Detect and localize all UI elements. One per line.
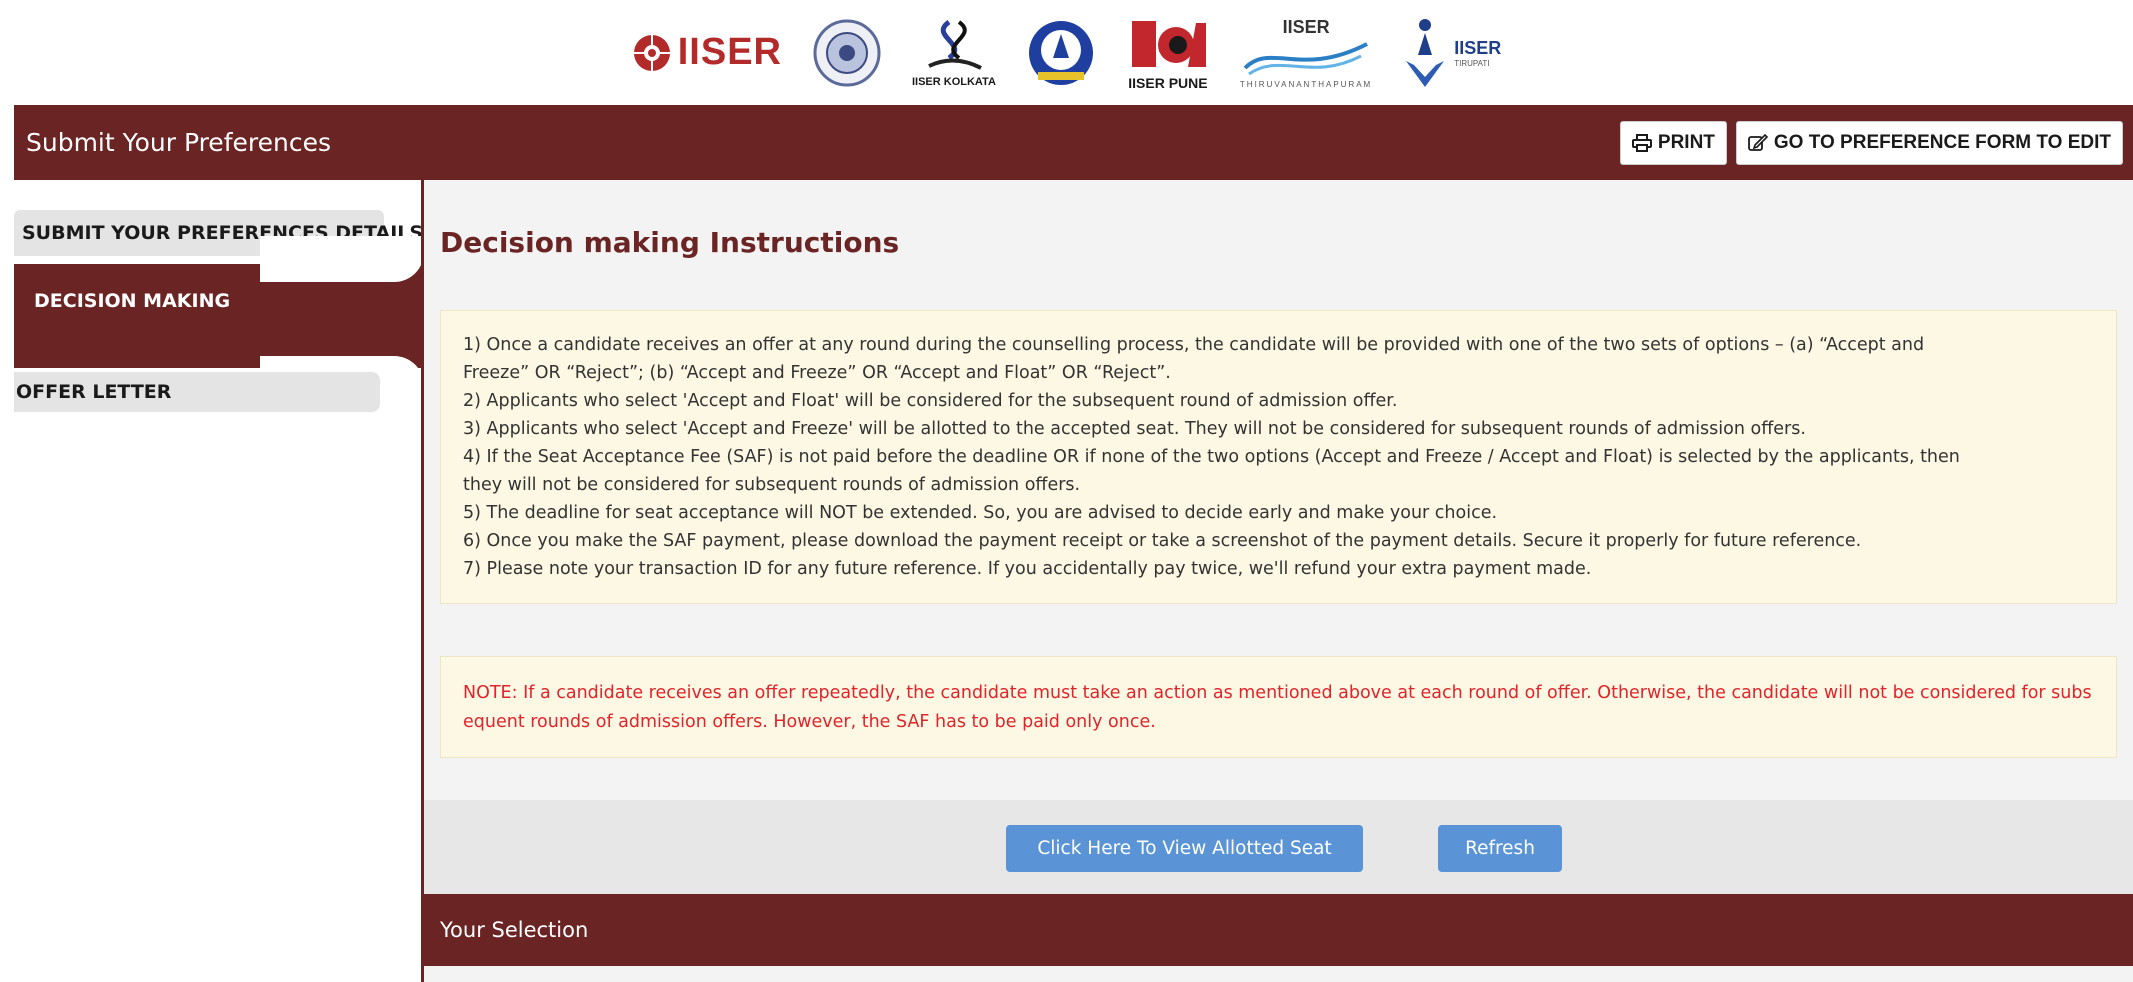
main-content: Decision making Instructions 1) Once a c… xyxy=(424,180,2133,982)
selection-content-area xyxy=(424,966,2133,982)
iiser-bhopal-logo xyxy=(812,18,882,88)
page-title: Submit Your Preferences xyxy=(26,128,331,157)
iiser-tvm-logo: IISER THIRUVANANTHAPURAM xyxy=(1239,16,1373,89)
view-allotted-seat-button[interactable]: Click Here To View Allotted Seat xyxy=(1006,825,1363,872)
edit-preference-form-button[interactable]: GO TO PREFERENCE FORM TO EDIT xyxy=(1735,120,2123,165)
action-bar: Click Here To View Allotted Seat Refresh xyxy=(424,800,2133,894)
edit-button-label: GO TO PREFERENCE FORM TO EDIT xyxy=(1773,131,2111,153)
pune-emblem-icon xyxy=(1131,20,1206,67)
edit-icon xyxy=(1747,133,1768,151)
instruction-line: 2) Applicants who select 'Accept and Flo… xyxy=(463,391,1398,411)
instruction-line: 3) Applicants who select 'Accept and Fre… xyxy=(463,419,1806,439)
iiser-pune-logo: IISER PUNE xyxy=(1126,15,1210,91)
sidebar-item-decision-making[interactable]: DECISION MAKING xyxy=(34,290,230,312)
your-selection-title: Your Selection xyxy=(440,918,589,942)
print-button[interactable]: PRINT xyxy=(1619,120,1727,165)
iiser-berhampur-logo: IISER xyxy=(632,31,782,74)
iiser-tirupati-logo: IISER TIRUPATI xyxy=(1402,15,1501,91)
bhopal-seal-icon xyxy=(813,19,881,86)
instruction-line: Freeze” OR “Reject”; (b) “Accept and Fre… xyxy=(463,363,1171,383)
instructions-panel: 1) Once a candidate receives an offer at… xyxy=(440,310,2117,604)
sidebar-tab-curve-mask xyxy=(260,236,424,282)
tvm-wave-icon xyxy=(1243,41,1368,75)
kolkata-helix-icon xyxy=(928,19,982,70)
refresh-button[interactable]: Refresh xyxy=(1438,825,1562,872)
instruction-line: 6) Once you make the SAF payment, please… xyxy=(463,531,1862,551)
instruction-line: 4) If the Seat Acceptance Fee (SAF) is n… xyxy=(463,447,1960,467)
note-panel: NOTE: If a candidate receives an offer r… xyxy=(440,656,2117,758)
tirupati-emblem-icon xyxy=(1406,18,1445,87)
instruction-line: 1) Once a candidate receives an offer at… xyxy=(463,335,1925,355)
page-header: Submit Your Preferences PRINT GO TO PREF… xyxy=(14,105,2133,180)
note-text: NOTE: If a candidate receives an offer r… xyxy=(463,683,2092,732)
wheel-emblem-icon xyxy=(633,34,670,71)
print-button-label: PRINT xyxy=(1657,131,1715,153)
section-title: Decision making Instructions xyxy=(440,226,900,259)
institute-logos: IISER IISER KOLKATA IISER PUNE IISER THI… xyxy=(0,0,2133,105)
instruction-line: 5) The deadline for seat acceptance will… xyxy=(463,503,1498,523)
sidebar: SUBMIT YOUR PREFERENCES DETAILS DECISION… xyxy=(0,180,424,982)
instruction-line: 7) Please note your transaction ID for a… xyxy=(463,559,1592,579)
iiser-kolkata-logo: IISER KOLKATA xyxy=(912,18,996,88)
your-selection-header: Your Selection xyxy=(424,894,2133,966)
instruction-line: they will not be considered for subseque… xyxy=(463,475,1081,495)
mohali-seal-icon xyxy=(1028,20,1093,85)
sidebar-item-offer-letter[interactable]: OFFER LETTER xyxy=(16,372,171,412)
header-actions: PRINT GO TO PREFERENCE FORM TO EDIT xyxy=(1619,120,2123,165)
iiser-mohali-logo xyxy=(1026,18,1096,88)
printer-icon xyxy=(1631,133,1652,152)
